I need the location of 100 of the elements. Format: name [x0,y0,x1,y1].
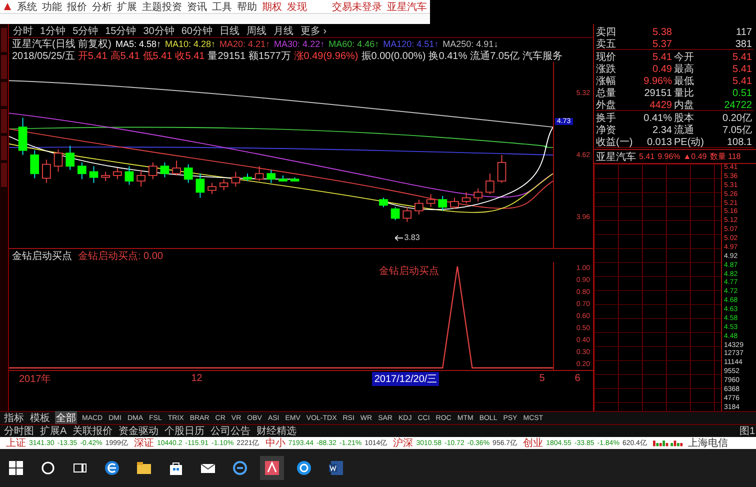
menu-item[interactable]: 功能 [42,0,62,14]
arrow-icon [395,234,404,240]
windows-start-icon[interactable] [8,460,24,476]
candle [390,206,400,221]
bar-info-text: 开5.41 [78,50,108,63]
quote-label: 涨幅 [596,74,617,88]
bar-info-text: 换0.41% [428,50,468,63]
indicator-tab[interactable]: 模板 [29,411,51,425]
date-axis-label: 5 [539,373,545,384]
candle [54,148,63,172]
period-tab[interactable]: 周线 [246,24,266,38]
period-tab[interactable]: 月线 [274,24,294,38]
mini-chart-header: 9.96% [658,152,680,161]
period-tab[interactable]: 1分钟 [40,24,66,38]
quote-label: 股本 [674,112,695,124]
menu-item[interactable]: 系统 [17,0,37,14]
candle [450,197,459,210]
period-tab[interactable]: 分时 [13,24,33,38]
info-tab[interactable]: 公司公告 [210,424,252,438]
quote-value: 5.38 [652,26,673,38]
quote-label: 流通 [674,124,695,137]
candle [474,188,483,202]
indicator-tab[interactable]: 指标 [3,411,25,425]
market-bars-icon [652,439,685,447]
status-text: 交易未登录 [332,0,382,14]
bar-info-text: 额1577万 [248,50,291,63]
candle [30,150,40,179]
menu-item[interactable]: 主题投资 [142,0,182,14]
menu-item[interactable]: 帮助 [237,0,257,14]
candle [414,199,424,215]
bar-info-text: 涨0.49(9.96%) [294,50,358,63]
quote-value: 5.37 [652,38,673,50]
index-name: 中小 [265,436,286,450]
mini-chart-header: 数量 118 [710,151,741,162]
info-tab[interactable]: 扩展A [39,424,68,438]
candle [254,166,264,182]
period-tab[interactable]: 日线 [220,24,240,38]
indicator-tab[interactable]: 全部 [55,411,77,425]
folder-icon[interactable] [136,460,152,476]
mini-chart-header: 亚星汽车 [596,150,636,164]
menu-item[interactable]: 发现 [287,0,307,14]
moving-average-label: MA30: 4.22↑ [274,39,325,49]
quote-value: 0.49 [652,64,673,74]
menu-item[interactable]: 报价 [67,0,87,14]
period-tab[interactable]: 5分钟 [72,24,98,38]
candle [89,166,98,184]
indicator-peak-label: 金钻启动买点 [378,264,439,278]
quote-value: 2.34 [652,124,673,136]
quote-value: 29151 [643,88,673,98]
trading-app-icon[interactable] [264,460,280,476]
quote-label: 涨跌 [596,62,617,76]
candle [243,173,252,182]
candle [486,173,494,195]
index-name: 创业 [523,436,544,450]
period-tab[interactable]: 15分钟 [105,24,136,38]
quote-label: 外盘 [596,99,617,112]
menu-item[interactable]: 分析 [92,0,112,14]
indicator-name: 金钻启动买点 [12,250,72,262]
candle [184,164,193,184]
info-tab[interactable]: 关联报价 [72,424,114,438]
shopping-bag-icon[interactable] [168,460,184,476]
news-ticker[interactable]: 上海电信 [688,436,728,450]
candle [266,169,276,184]
document-w-icon[interactable] [328,460,344,476]
moving-average-label: MA120: 4.51↑ [383,39,439,49]
candle [66,145,75,170]
menu-item[interactable]: 期权 [262,0,282,14]
candle [101,171,110,182]
menu-item[interactable]: 工具 [212,0,232,14]
candle [462,192,471,204]
info-tab[interactable]: 资金驱动 [118,424,160,438]
chart-title: 亚星汽车(日线 前复权) [12,38,112,50]
status-text: 亚星汽车 [387,0,427,14]
bar-info-text: 汽车服务 [522,50,563,63]
info-tab[interactable]: 财经精选 [256,424,298,438]
quote-value: 117 [735,26,753,38]
candle [497,154,506,184]
quote-value: 5.41 [732,64,753,74]
period-tab[interactable]: 60分钟 [181,24,212,38]
info-tab[interactable]: 分时图 [3,424,35,438]
candle [438,195,448,212]
quote-label: PE(动) [674,136,705,149]
menu-item[interactable]: 资讯 [187,0,207,14]
layout-tab[interactable]: 图1 [738,424,756,438]
candle [148,162,158,180]
mini-chart-header: ▲0.49 [683,152,707,161]
menu-item[interactable]: 扩展 [117,0,137,14]
quote-label: 最低 [674,75,695,88]
period-tab[interactable]: 更多 › [300,24,327,38]
quote-label: 卖四 [596,26,617,38]
date-axis-label: 12 [191,373,202,384]
period-tab[interactable]: 30分钟 [143,24,174,38]
quote-label: 净资 [596,124,617,137]
circle-app-icon[interactable] [296,460,312,476]
quote-label: 内盘 [674,98,695,112]
candle [124,166,134,186]
moving-average-label: MA20: 4.21↑ [220,39,270,49]
info-tab[interactable]: 个股日历 [164,424,206,438]
search-icon[interactable] [40,460,56,476]
candle [379,197,388,208]
